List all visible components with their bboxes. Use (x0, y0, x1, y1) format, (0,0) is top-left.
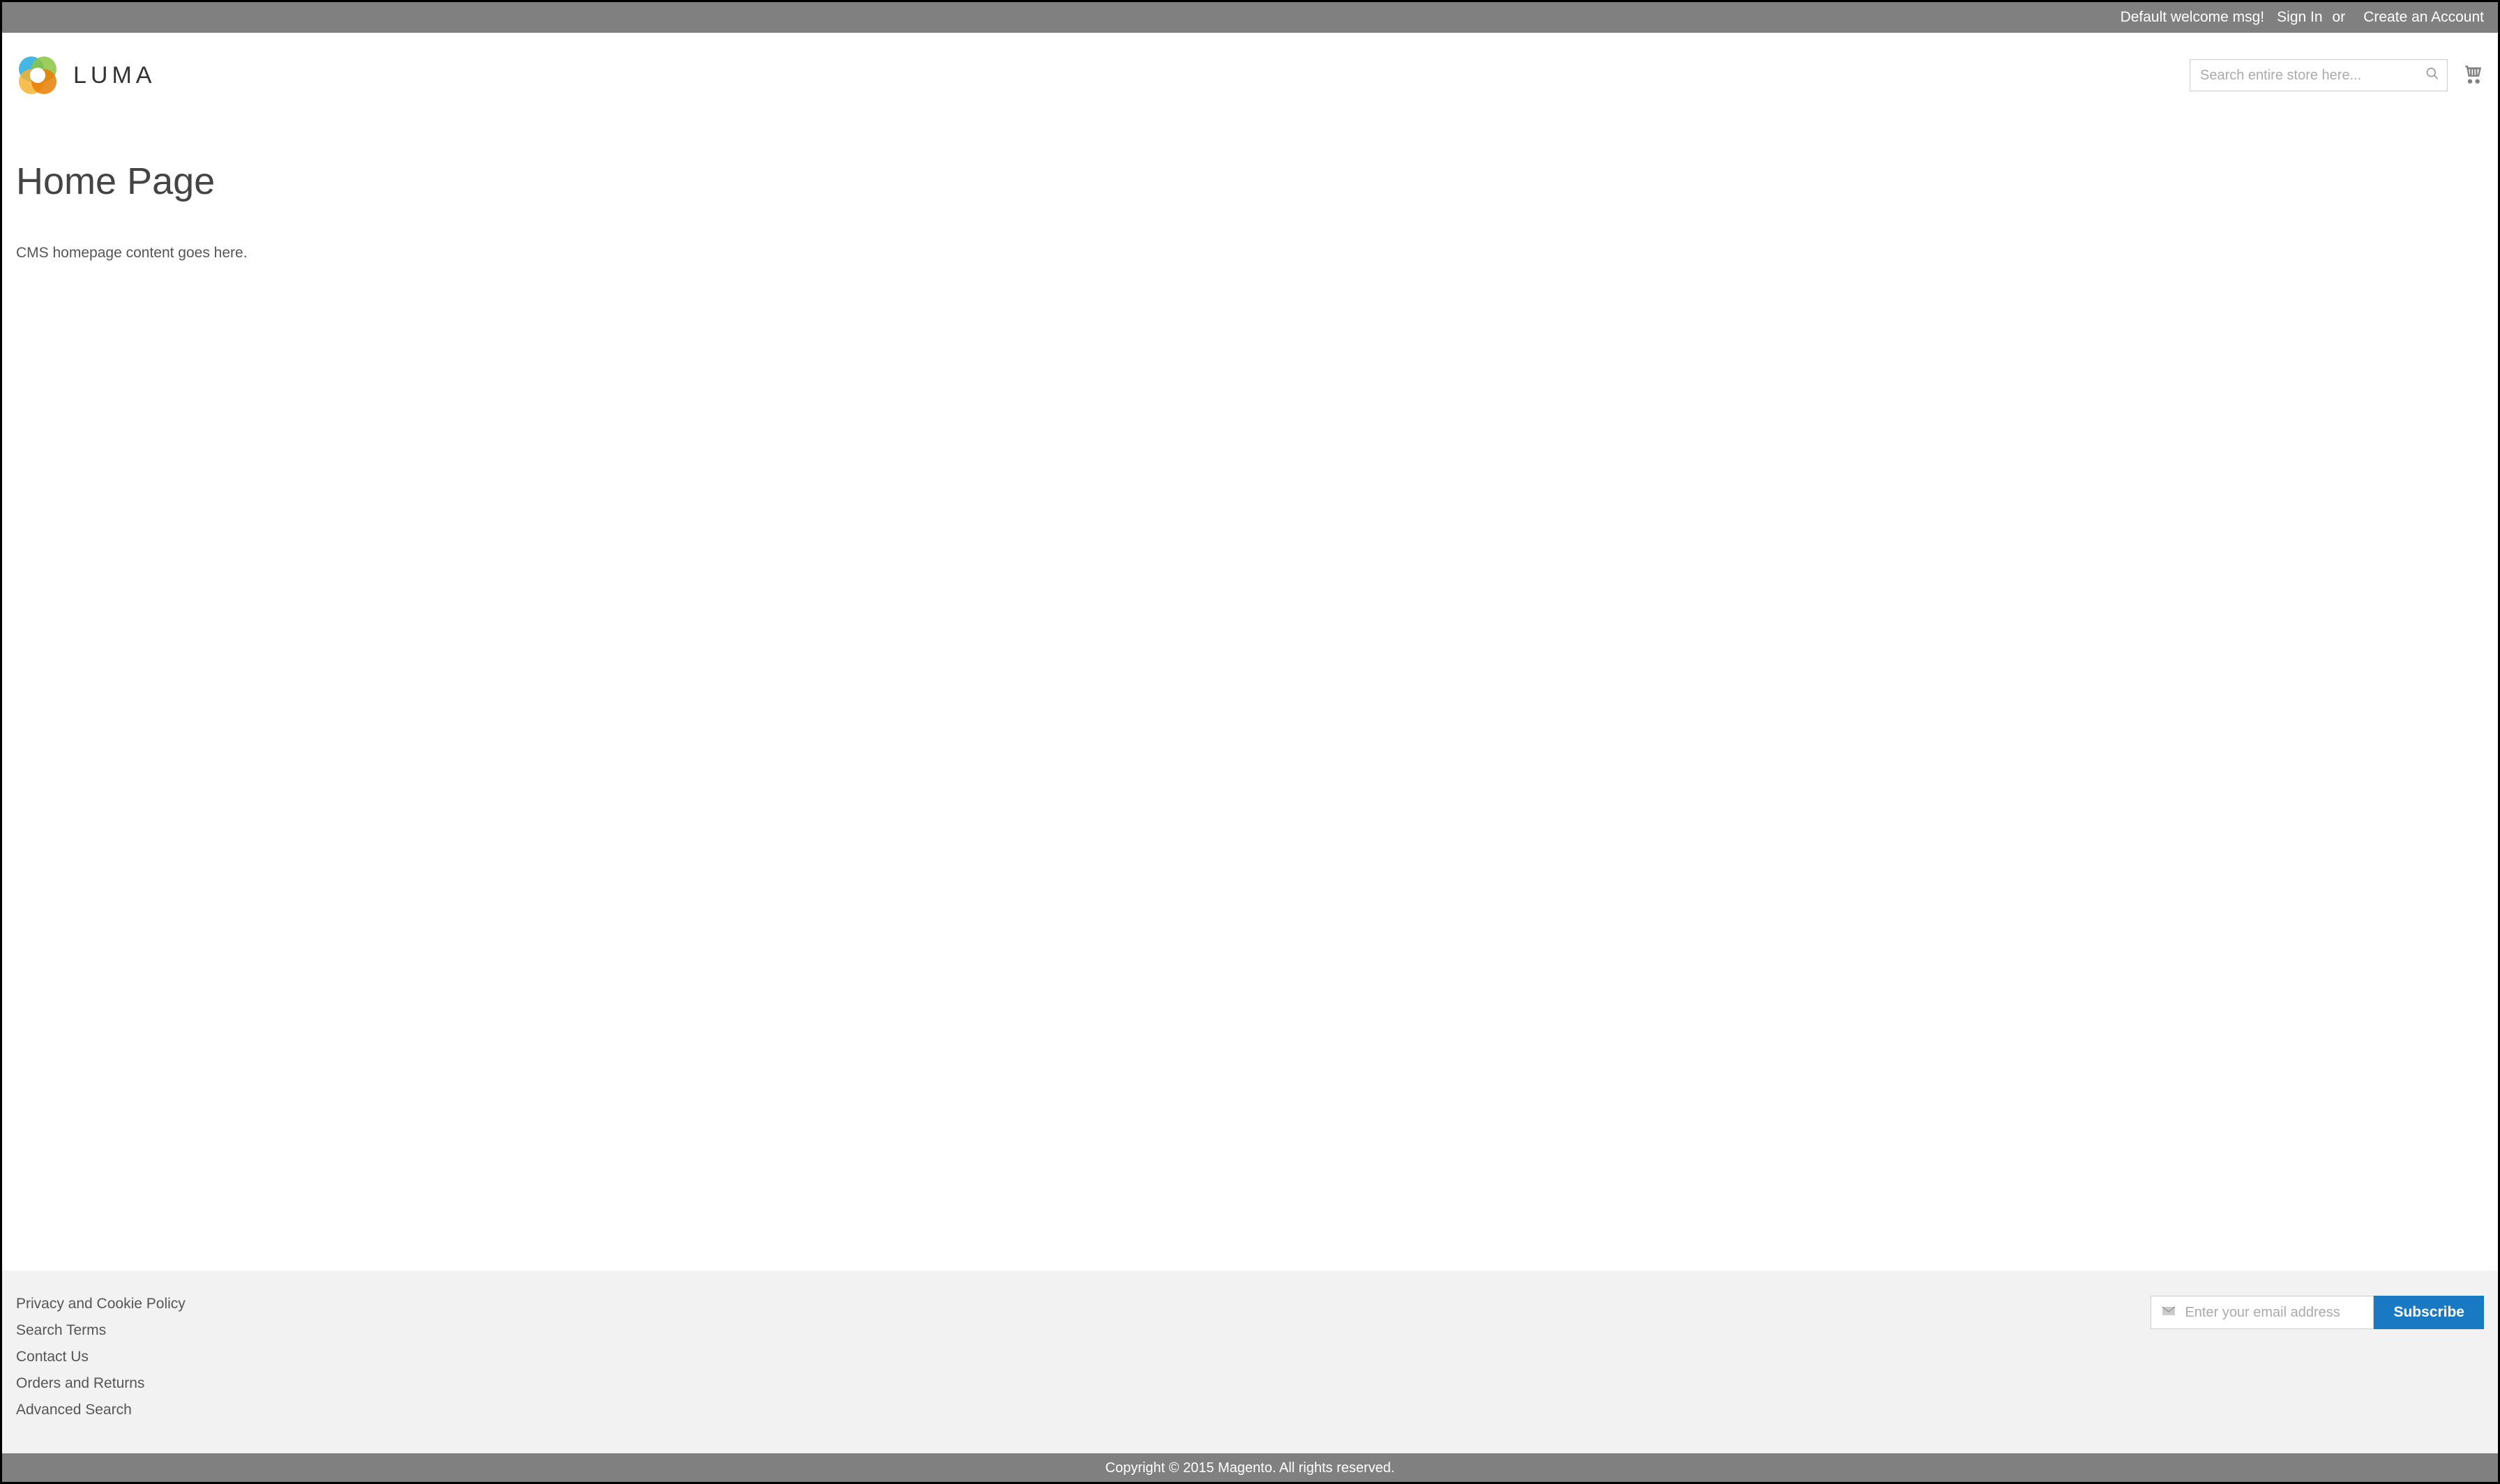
header: LUMA (2, 33, 2498, 125)
logo[interactable]: LUMA (16, 54, 156, 97)
brand-name: LUMA (73, 62, 156, 89)
subscribe-button[interactable]: Subscribe (2374, 1296, 2484, 1329)
newsletter-form: Subscribe (2151, 1296, 2484, 1329)
separator-or: or (2333, 9, 2346, 26)
newsletter-email-input[interactable] (2185, 1296, 2363, 1328)
page-title: Home Page (16, 160, 2484, 203)
cart-icon[interactable] (2462, 63, 2484, 89)
footer: Privacy and Cookie Policy Search Terms C… (2, 1271, 2498, 1453)
footer-link-privacy[interactable]: Privacy and Cookie Policy (16, 1296, 186, 1312)
create-account-link[interactable]: Create an Account (2363, 9, 2484, 26)
search-input[interactable] (2190, 59, 2448, 91)
footer-link-advanced-search[interactable]: Advanced Search (16, 1402, 186, 1418)
search-box (2190, 59, 2448, 91)
copyright-text: Copyright © 2015 Magento. All rights res… (1106, 1460, 1395, 1476)
envelope-icon (2161, 1305, 2176, 1320)
luma-logo-icon (16, 54, 59, 97)
footer-link-search-terms[interactable]: Search Terms (16, 1322, 186, 1339)
header-right (2190, 59, 2484, 91)
footer-links: Privacy and Cookie Policy Search Terms C… (16, 1296, 186, 1418)
copyright-bar: Copyright © 2015 Magento. All rights res… (2, 1453, 2498, 1482)
welcome-message: Default welcome msg! (2121, 9, 2265, 26)
footer-link-orders[interactable]: Orders and Returns (16, 1375, 186, 1392)
newsletter-input-wrap (2151, 1296, 2374, 1329)
sign-in-link[interactable]: Sign In (2277, 9, 2322, 26)
page-content: CMS homepage content goes here. (16, 245, 2484, 262)
top-bar: Default welcome msg! Sign In or Create a… (2, 2, 2498, 33)
main-content: Home Page CMS homepage content goes here… (2, 125, 2498, 1271)
footer-link-contact[interactable]: Contact Us (16, 1349, 186, 1365)
